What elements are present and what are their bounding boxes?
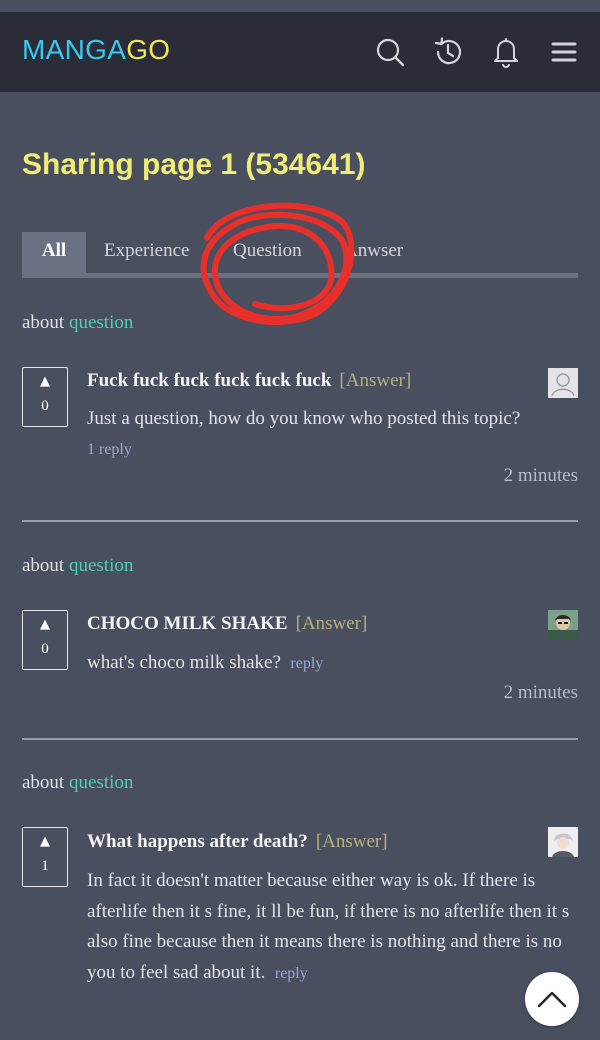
about-link[interactable]: question xyxy=(69,555,133,576)
post-body: Just a question, how do you know who pos… xyxy=(87,404,577,435)
post-title-text[interactable]: Fuck fuck fuck fuck fuck fuck xyxy=(87,370,331,391)
about-line: about question xyxy=(22,312,133,334)
top-header: MANGAGO xyxy=(0,12,600,92)
scroll-to-top-button[interactable] xyxy=(525,972,579,1026)
logo-part-go: GO xyxy=(126,34,171,65)
post-body-text: In fact it doesn't matter because either… xyxy=(87,870,570,983)
post-title[interactable]: CHOCO MILK SHAKE [Answer] xyxy=(87,613,367,635)
answer-tag[interactable]: [Answer] xyxy=(339,370,411,391)
about-link[interactable]: question xyxy=(69,772,133,793)
post-body-text: Just a question, how do you know who pos… xyxy=(87,408,521,429)
chevron-up-icon xyxy=(537,991,567,1008)
user-avatar[interactable] xyxy=(548,827,578,857)
upvote-arrow-icon[interactable]: ▲ xyxy=(23,834,67,849)
reply-link[interactable]: reply xyxy=(275,965,308,982)
search-icon[interactable] xyxy=(372,34,408,70)
post-body-text: what's choco milk shake? xyxy=(87,652,281,673)
about-prefix: about xyxy=(22,772,65,793)
about-line: about question xyxy=(22,772,133,794)
post-time: 2 minutes xyxy=(503,465,578,486)
vote-box[interactable]: ▲ 0 xyxy=(22,367,68,427)
post-title[interactable]: Fuck fuck fuck fuck fuck fuck [Answer] xyxy=(87,370,411,392)
logo-part-manga: MANGA xyxy=(22,34,127,65)
red-circle-annotation xyxy=(200,202,355,325)
about-link[interactable]: question xyxy=(69,312,133,333)
upvote-arrow-icon[interactable]: ▲ xyxy=(23,617,67,632)
vote-count: 0 xyxy=(41,398,49,414)
page-title: Sharing page 1 (534641) xyxy=(22,148,366,181)
site-logo[interactable]: MANGAGO xyxy=(22,34,170,66)
default-avatar-icon[interactable] xyxy=(548,368,578,398)
tab-all[interactable]: All xyxy=(22,232,86,273)
vote-count: 1 xyxy=(41,858,49,874)
status-bar-strip xyxy=(0,0,600,12)
about-line: about question xyxy=(22,555,133,577)
post-title[interactable]: What happens after death? [Answer] xyxy=(87,831,388,853)
answer-tag[interactable]: [Answer] xyxy=(296,613,368,634)
user-avatar[interactable] xyxy=(548,610,578,640)
history-icon[interactable] xyxy=(430,34,466,70)
about-prefix: about xyxy=(22,312,65,333)
post-title-text[interactable]: CHOCO MILK SHAKE xyxy=(87,613,288,634)
tab-experience[interactable]: Experience xyxy=(104,232,189,273)
about-prefix: about xyxy=(22,555,65,576)
reply-line: 1 reply xyxy=(87,434,577,466)
post-divider xyxy=(22,520,578,522)
reply-link[interactable]: reply xyxy=(290,655,323,672)
post-time: 2 minutes xyxy=(503,682,578,703)
post-body: In fact it doesn't matter because either… xyxy=(87,866,577,989)
vote-box[interactable]: ▲ 1 xyxy=(22,827,68,887)
menu-icon[interactable] xyxy=(546,34,582,70)
post-title-text[interactable]: What happens after death? xyxy=(87,831,308,852)
vote-box[interactable]: ▲ 0 xyxy=(22,610,68,670)
reply-link[interactable]: 1 reply xyxy=(87,441,132,458)
vote-count: 0 xyxy=(41,641,49,657)
post-divider xyxy=(22,738,578,740)
bell-icon[interactable] xyxy=(488,34,524,70)
post-body: what's choco milk shake? reply xyxy=(87,648,577,680)
answer-tag[interactable]: [Answer] xyxy=(316,831,388,852)
upvote-arrow-icon[interactable]: ▲ xyxy=(23,374,67,389)
